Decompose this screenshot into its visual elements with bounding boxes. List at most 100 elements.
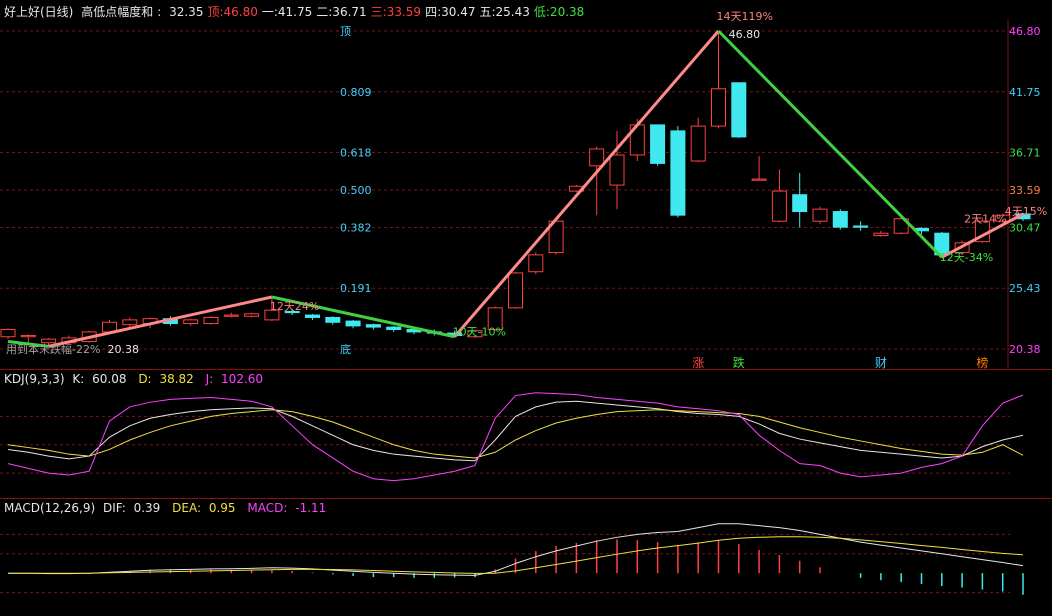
- price-label-3: 33.59: [1009, 184, 1041, 197]
- event-marker-0[interactable]: 涨: [692, 355, 704, 370]
- candle-body: [609, 154, 625, 186]
- kdj-j-value: 102.60: [221, 372, 264, 386]
- kdj-j: J: 102.60: [206, 372, 267, 386]
- candle-body: [325, 316, 341, 323]
- fib-label-3: 0.500: [340, 184, 372, 197]
- candle[interactable]: [386, 325, 402, 332]
- price-label-5: 25.43: [1009, 282, 1041, 295]
- candle[interactable]: [365, 323, 381, 330]
- candle-body: [731, 82, 747, 138]
- macd-histogram: [47, 539, 1024, 595]
- candle-body: [183, 319, 199, 324]
- candle[interactable]: [711, 31, 726, 129]
- candle[interactable]: [223, 312, 239, 318]
- swing-annotations: 12天24% 10天-10% 14天119% 46.80 12天-34% 2天14%4天1…: [6, 10, 1047, 356]
- header-colon: :: [157, 5, 162, 19]
- chart-stage[interactable]: 46.80 41.75 36.71 33.59 30.47 25.43 20.38 顶 0.8…: [0, 0, 1052, 616]
- candle[interactable]: [650, 124, 666, 166]
- macd-macd: MACD: -1.11: [247, 501, 330, 515]
- price-label-6: 20.38: [1009, 343, 1041, 356]
- candle[interactable]: [0, 328, 16, 340]
- candle[interactable]: [244, 312, 260, 318]
- candle[interactable]: [20, 334, 36, 343]
- candle[interactable]: [771, 169, 787, 223]
- event-marker-2[interactable]: 财: [875, 356, 887, 370]
- candle[interactable]: [305, 313, 320, 320]
- zigzag-segment: [48, 295, 273, 348]
- macd-panel-header: MACD(12,26,9) DIF: 0.39 DEA: 0.95 MACD: …: [4, 500, 334, 516]
- candle-body: [589, 148, 605, 167]
- zigzag-segment: [717, 29, 943, 259]
- candle-body: [650, 124, 666, 164]
- macd-macd-label: MACD:: [247, 501, 288, 515]
- candlesticks[interactable]: [0, 31, 1031, 346]
- price-label-1: 41.75: [1009, 86, 1041, 99]
- candle[interactable]: [508, 271, 523, 310]
- price-label-2: 36.71: [1009, 146, 1041, 159]
- macd-dif: DIF: 0.39: [103, 501, 164, 515]
- macd-title[interactable]: MACD(12,26,9): [4, 501, 95, 515]
- candle-body: [792, 194, 808, 213]
- price-label-0: 46.80: [1009, 25, 1041, 38]
- candle[interactable]: [690, 117, 706, 163]
- candle[interactable]: [345, 319, 361, 329]
- kdj-j-line: [7, 392, 1024, 482]
- candle-body: [203, 316, 219, 324]
- fib-label-2: 0.618: [340, 146, 372, 159]
- annotation-5: 2天14%: [964, 212, 1006, 225]
- candle-body: [345, 320, 361, 327]
- indicator-value-3: 二:36.71: [316, 5, 367, 19]
- event-marker-1[interactable]: 跌: [733, 355, 745, 370]
- annotation-1: 10天-10%: [453, 326, 506, 339]
- candle[interactable]: [832, 209, 848, 230]
- indicator-name[interactable]: 高低点幅度和: [81, 5, 153, 19]
- indicator-value-1: 顶:46.80: [207, 5, 258, 19]
- candle-body: [711, 88, 726, 127]
- fib-label-4: 0.382: [340, 222, 372, 235]
- candle[interactable]: [731, 82, 747, 139]
- indicator-value-4: 三:33.59: [370, 5, 422, 19]
- indicator-value-6: 五:25.43: [479, 5, 530, 19]
- indicator-values: 32.35 顶:46.80 一:41.75 二:36.71 三:33.59 四:30.47…: [169, 5, 588, 19]
- panel-divider[interactable]: [0, 369, 1052, 370]
- candle-body: [751, 178, 767, 181]
- candle[interactable]: [751, 156, 767, 181]
- candle-body: [508, 272, 523, 309]
- candle[interactable]: [792, 173, 808, 228]
- event-marker-3[interactable]: 榜: [976, 355, 988, 370]
- indicator-value-0: 32.35: [169, 5, 204, 19]
- candle[interactable]: [325, 316, 341, 325]
- annotation-0: 12天24%: [270, 300, 319, 313]
- panel-divider[interactable]: [0, 498, 1052, 499]
- kdj-k-label: K:: [72, 372, 85, 386]
- kdj-d: D: 38.82: [138, 372, 197, 386]
- candle[interactable]: [203, 316, 219, 325]
- candle-body: [853, 225, 869, 228]
- kdj-d-value: 38.82: [159, 372, 194, 386]
- annotation-2: 14天119%: [717, 10, 773, 23]
- candle-body: [365, 324, 381, 328]
- event-markers[interactable]: 涨跌财榜: [692, 355, 988, 370]
- macd-dif-value: 0.39: [133, 501, 161, 515]
- stock-title[interactable]: 好上好(日线): [4, 5, 73, 19]
- candle[interactable]: [183, 318, 199, 326]
- candle[interactable]: [528, 252, 544, 275]
- annotation-8: 20.38: [108, 343, 140, 356]
- price-label-4: 30.47: [1009, 222, 1041, 235]
- candle[interactable]: [589, 146, 605, 216]
- candle-body: [670, 130, 686, 216]
- candle-body: [386, 326, 402, 331]
- indicator-value-5: 四:30.47: [425, 5, 476, 19]
- annotation-7: 用到本末跌幅-22%: [6, 342, 100, 356]
- kdj-k-value: 60.08: [92, 372, 127, 386]
- candle[interactable]: [853, 221, 869, 231]
- fib-label-1: 0.809: [340, 86, 372, 99]
- fib-label-0: 顶: [340, 25, 351, 38]
- main-panel-header: 好上好(日线) 高低点幅度和: 32.35 顶:46.80 一:41.75 二:36.…: [4, 4, 592, 20]
- candle[interactable]: [670, 126, 686, 218]
- fib-label-6: 底: [340, 342, 351, 356]
- kdj-title[interactable]: KDJ(9,3,3): [4, 372, 65, 386]
- macd-dea: DEA: 0.95: [172, 501, 239, 515]
- candle[interactable]: [873, 230, 889, 237]
- candle[interactable]: [812, 206, 828, 224]
